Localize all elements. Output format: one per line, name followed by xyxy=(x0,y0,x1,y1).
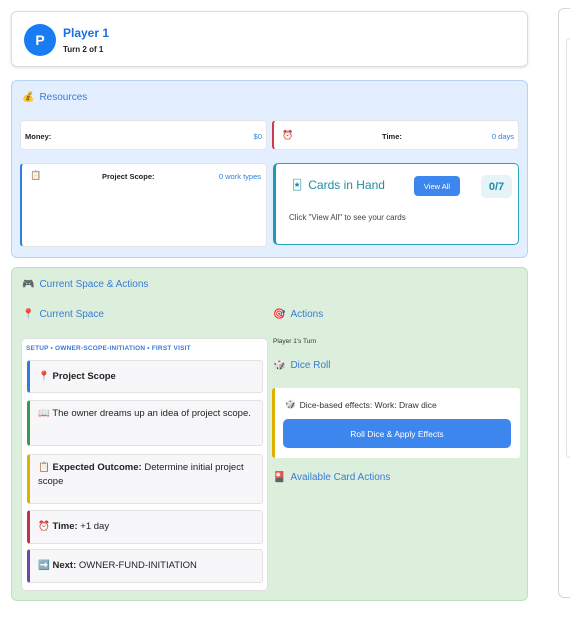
right-arrow-icon: ➡️ xyxy=(38,560,50,571)
clipboard-icon: 📋 xyxy=(30,170,42,180)
side-panel-inner xyxy=(566,38,570,458)
card-count-badge: 0/7 xyxy=(481,175,512,198)
alarm-clock-icon: ⏰ xyxy=(38,521,50,532)
dice-effects-text: Dice-based effects: Work: Draw dice xyxy=(299,399,437,410)
actions-header: 🎯 Actions xyxy=(273,309,323,320)
current-space-actions-header: 🎮 Current Space & Actions xyxy=(22,279,148,290)
turn-indicator: Turn 2 of 1 xyxy=(63,45,104,54)
turn-label: Player 1's Turn xyxy=(273,338,317,345)
dice-icon: 🎲 xyxy=(273,360,286,371)
money-value: $0 xyxy=(253,132,262,141)
flower-card-icon: 🎴 xyxy=(273,472,286,483)
pin-icon: 📍 xyxy=(38,371,50,382)
card-actions-header: 🎴 Available Card Actions xyxy=(273,472,390,483)
clipboard-icon: 📋 xyxy=(38,462,50,473)
project-scope-label: Project Scope: xyxy=(102,172,155,181)
cards-in-hand-header: 🃏 Cards in Hand xyxy=(292,178,385,192)
pin-icon: 📍 xyxy=(22,309,35,320)
time-label: Time: xyxy=(382,132,402,141)
expected-outcome-label: Expected Outcome: xyxy=(52,462,142,473)
space-description: The owner dreams up an idea of project s… xyxy=(52,408,251,419)
current-space-header: 📍 Current Space xyxy=(22,309,104,320)
time-cost-label: Time: xyxy=(52,521,78,532)
time-cost-text: +1 day xyxy=(80,521,110,532)
current-space-title: Current Space xyxy=(39,309,104,320)
player-card: P Player 1 Turn 2 of 1 xyxy=(11,11,528,67)
space-name: Project Scope xyxy=(52,371,116,382)
target-icon: 🎯 xyxy=(273,309,286,320)
current-space-card: SETUP • OWNER-SCOPE-INITIATION • FIRST V… xyxy=(21,338,268,591)
resources-panel: 💰 Resources Money: $0 ⏰ Time: 0 days 📋 P… xyxy=(11,80,528,258)
player-name: Player 1 xyxy=(63,26,110,40)
money-label: Money: xyxy=(25,132,52,141)
cards-in-hand-box: 🃏 Cards in Hand View All 0/7 Click "View… xyxy=(273,163,519,245)
actions-title: Actions xyxy=(290,309,324,320)
dice-effects: 🎲 Dice-based effects: Work: Draw dice xyxy=(285,399,437,410)
card-actions-title: Available Card Actions xyxy=(290,472,391,483)
project-scope-box: 📋 Project Scope: 0 work types xyxy=(20,163,267,247)
time-cost-box: ⏰ Time: +1 day xyxy=(27,510,263,544)
resources-title: Resources xyxy=(39,92,88,103)
dice-icon: 🎲 xyxy=(285,399,296,409)
resources-header: 💰 Resources xyxy=(22,92,87,103)
space-subtitle: SETUP • OWNER-SCOPE-INITIATION • FIRST V… xyxy=(26,345,191,352)
next-space-label: Next: xyxy=(52,560,77,571)
avatar: P xyxy=(24,24,56,56)
dice-roll-title: Dice Roll xyxy=(290,360,331,371)
description-box: 📖 The owner dreams up an idea of project… xyxy=(27,400,263,446)
dice-roll-header: 🎲 Dice Roll xyxy=(273,360,330,371)
time-box: ⏰ Time: 0 days xyxy=(272,120,519,150)
project-scope-value: 0 work types xyxy=(218,172,261,181)
view-all-button[interactable]: View All xyxy=(414,176,460,196)
current-space-actions-panel: 🎮 Current Space & Actions 📍 Current Spac… xyxy=(11,267,528,601)
game-controller-icon: 🎮 xyxy=(22,279,35,290)
next-space-box: ➡️ Next: OWNER-FUND-INITIATION xyxy=(27,549,263,583)
cards-hint: Click "View All" to see your cards xyxy=(289,213,406,222)
alarm-clock-icon: ⏰ xyxy=(282,130,294,140)
money-bag-icon: 💰 xyxy=(22,92,35,103)
expected-outcome-box: 📋 Expected Outcome: Determine initial pr… xyxy=(27,454,263,504)
time-value: 0 days xyxy=(491,132,514,141)
cards-in-hand-title: Cards in Hand xyxy=(308,178,385,192)
money-box: Money: $0 xyxy=(20,120,267,150)
open-book-icon: 📖 xyxy=(38,408,50,419)
current-space-actions-title: Current Space & Actions xyxy=(39,279,149,290)
space-name-box: 📍 Project Scope xyxy=(27,360,263,393)
roll-dice-button[interactable]: Roll Dice & Apply Effects xyxy=(283,419,511,448)
playing-card-icon: 🃏 xyxy=(292,179,303,191)
dice-roll-box: 🎲 Dice-based effects: Work: Draw dice Ro… xyxy=(272,388,520,458)
next-space-text: OWNER-FUND-INITIATION xyxy=(78,560,197,571)
